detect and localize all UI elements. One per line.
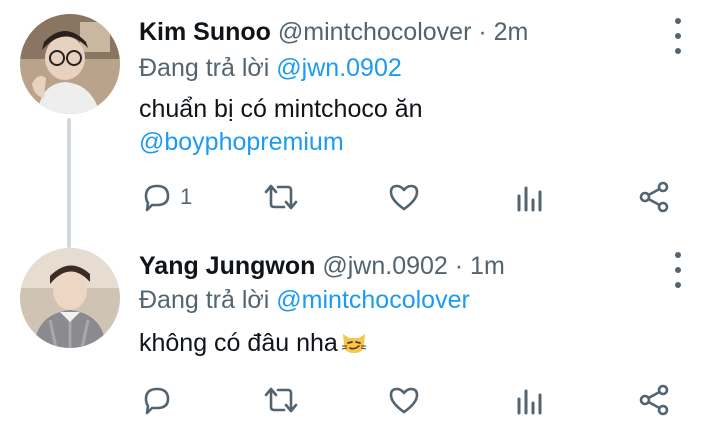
tweet-header: Yang Jungwon @jwn.0902 · 1m <box>139 250 505 282</box>
tweet-text: chuẩn bị có mintchoco ăn @boyphopremium <box>139 93 423 159</box>
retweet-icon <box>264 184 298 210</box>
analytics-button[interactable] <box>514 380 546 420</box>
display-name[interactable]: Yang Jungwon <box>139 252 315 280</box>
replying-to: Đang trả lời @jwn.0902 <box>139 52 402 84</box>
replying-to-mention[interactable]: @mintchocolover <box>276 286 470 314</box>
tweet-mention-link[interactable]: @boyphopremium <box>139 126 423 159</box>
reply-icon <box>144 184 170 212</box>
replying-to-label: Đang trả lời <box>139 286 270 314</box>
tweet-1[interactable]: Kim Sunoo @mintchocolover · 2m Đang trả … <box>0 0 719 230</box>
user-handle[interactable]: @jwn.0902 <box>322 252 447 280</box>
replying-to-label: Đang trả lời <box>139 54 270 82</box>
replying-to-mention[interactable]: @jwn.0902 <box>276 54 401 82</box>
reply-icon <box>144 387 170 415</box>
more-icon <box>675 18 681 24</box>
tweet-header: Kim Sunoo @mintchocolover · 2m <box>139 16 528 48</box>
analytics-icon <box>517 186 542 212</box>
retweet-button[interactable] <box>262 380 300 420</box>
retweet-icon <box>264 387 298 413</box>
reply-count: 1 <box>180 184 193 209</box>
separator-dot: · <box>478 18 487 46</box>
like-button[interactable] <box>387 177 421 217</box>
separator-dot: · <box>454 252 464 280</box>
share-button[interactable] <box>637 380 671 420</box>
like-icon <box>389 387 419 414</box>
action-bar: 1 <box>0 177 719 217</box>
like-button[interactable] <box>387 380 421 420</box>
replying-to: Đang trả lời @mintchocolover <box>139 284 470 316</box>
more-options-button[interactable] <box>668 18 688 54</box>
share-icon <box>639 384 669 416</box>
share-button[interactable] <box>637 177 671 217</box>
like-icon <box>389 184 419 211</box>
tweet-2[interactable]: Yang Jungwon @jwn.0902 · 1m Đang trả lời… <box>0 230 719 431</box>
tweet-text-line: chuẩn bị có mintchoco ăn <box>139 95 423 123</box>
action-bar <box>0 380 719 420</box>
share-icon <box>639 181 669 213</box>
retweet-button[interactable] <box>262 177 300 217</box>
avatar-photo-jungwon <box>20 248 120 348</box>
avatar-photo-sunoo <box>20 14 120 114</box>
tweet-text-line: không có đâu nha <box>139 329 338 357</box>
avatar[interactable] <box>20 14 120 114</box>
timestamp[interactable]: 2m <box>494 18 529 46</box>
avatar[interactable] <box>20 248 120 348</box>
more-options-button[interactable] <box>668 252 688 288</box>
reply-button[interactable] <box>140 380 174 420</box>
reply-button[interactable]: 1 <box>140 177 192 217</box>
display-name[interactable]: Kim Sunoo <box>139 18 271 46</box>
user-handle[interactable]: @mintchocolover <box>278 18 472 46</box>
smirking-cat-face-emoji <box>341 334 366 353</box>
more-icon <box>675 252 681 258</box>
tweet-text: không có đâu nha <box>139 327 368 360</box>
timestamp[interactable]: 1m <box>470 252 505 280</box>
analytics-button[interactable] <box>514 177 546 217</box>
analytics-icon <box>517 389 542 415</box>
